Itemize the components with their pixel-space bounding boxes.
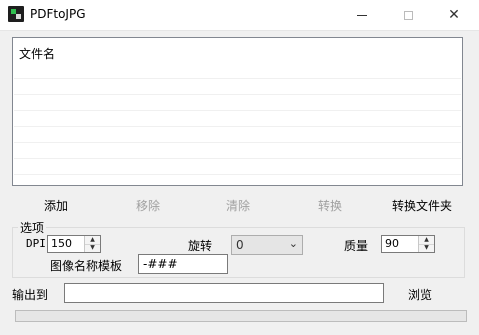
minimize-icon <box>357 14 367 16</box>
dpi-label: DPI <box>26 237 46 250</box>
minimize-button[interactable] <box>339 0 385 30</box>
list-row-divider <box>14 94 461 95</box>
list-row-divider <box>14 126 461 127</box>
dpi-spinner[interactable]: 150 ▲ ▼ <box>47 235 101 253</box>
image-name-template-input[interactable]: -### <box>138 254 228 274</box>
title-bar: PDFtoJPG ✕ <box>0 0 479 31</box>
maximize-icon <box>403 10 413 20</box>
quality-value[interactable]: 90 <box>385 237 399 250</box>
list-row-divider <box>14 158 461 159</box>
rotate-label: 旋转 <box>188 239 213 253</box>
output-label: 输出到 <box>12 288 49 302</box>
chevron-down-icon: ⌄ <box>288 237 298 250</box>
quality-spin-arrows: ▲ ▼ <box>418 236 434 252</box>
dpi-value[interactable]: 150 <box>51 237 72 250</box>
spin-down-icon[interactable]: ▼ <box>85 244 100 252</box>
list-row-divider <box>14 110 461 111</box>
clear-button[interactable]: 清除 <box>218 197 258 215</box>
convert-button[interactable]: 转换 <box>310 197 350 215</box>
rotate-select[interactable]: 0 ⌄ <box>231 235 303 255</box>
window-title: PDFtoJPG <box>30 7 86 21</box>
remove-button[interactable]: 移除 <box>128 197 168 215</box>
list-row-divider <box>14 142 461 143</box>
maximize-button[interactable] <box>385 0 431 30</box>
close-icon: ✕ <box>448 7 460 23</box>
quality-spinner[interactable]: 90 ▲ ▼ <box>381 235 435 253</box>
file-list[interactable]: 文件名 <box>12 37 463 186</box>
output-path-input[interactable] <box>64 283 384 303</box>
add-button[interactable]: 添加 <box>36 197 76 215</box>
quality-label: 质量 <box>344 239 369 253</box>
progress-bar <box>15 310 467 322</box>
convert-folder-button[interactable]: 转换文件夹 <box>388 197 456 215</box>
rotate-value: 0 <box>236 238 244 252</box>
spin-down-icon[interactable]: ▼ <box>419 244 434 252</box>
options-group-title: 选项 <box>18 219 47 236</box>
app-icon <box>8 6 24 22</box>
list-row-divider <box>14 174 461 175</box>
browse-button[interactable]: 浏览 <box>408 286 432 303</box>
image-name-template-label: 图像名称模板 <box>50 259 123 273</box>
list-row-divider <box>14 78 461 79</box>
dpi-spin-arrows: ▲ ▼ <box>84 236 100 252</box>
file-name-column-header[interactable]: 文件名 <box>19 45 55 62</box>
close-button[interactable]: ✕ <box>431 0 477 30</box>
